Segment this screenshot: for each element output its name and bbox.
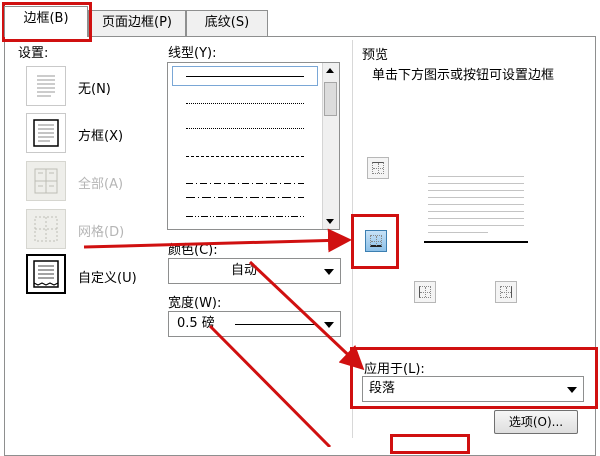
left-border-button[interactable] (414, 281, 436, 303)
setting-none-button[interactable] (26, 66, 66, 106)
color-select[interactable]: 自动 (168, 258, 341, 284)
tab-borders[interactable]: 边框(B) (4, 6, 88, 37)
setting-all-icon (34, 168, 58, 194)
setting-grid-button (26, 209, 66, 249)
right-border-button[interactable] (495, 281, 517, 303)
setting-grid-icon (34, 216, 58, 242)
setting-all-button (26, 161, 66, 201)
line-style-dotted-fine[interactable] (186, 103, 304, 104)
line-style-title: 线型(Y): (168, 46, 217, 61)
color-title: 颜色(C): (168, 243, 218, 258)
preview-hint: 单击下方图示或按钮可设置边框 (372, 68, 555, 83)
line-style-list[interactable] (167, 62, 340, 230)
tab-page-border-label: 页面边框(P) (102, 15, 172, 30)
line-style-dash-dot-dot[interactable] (186, 216, 304, 217)
scroll-thumb[interactable] (324, 82, 337, 116)
preview-line (428, 190, 524, 191)
setting-all-label: 全部(A) (78, 177, 124, 192)
top-border-button[interactable] (367, 157, 389, 179)
scroll-down-icon[interactable] (326, 219, 334, 224)
width-line-sample (235, 324, 315, 325)
preview-line (428, 218, 524, 219)
left-border-icon (419, 286, 431, 298)
preview-bottom-border (424, 241, 528, 243)
setting-box-button[interactable] (26, 113, 66, 153)
highlight-bottom-border-button (351, 214, 399, 269)
setting-custom-icon (33, 260, 59, 288)
tab-borders-label: 边框(B) (23, 11, 69, 26)
width-title: 宽度(W): (168, 296, 222, 311)
setting-none-label[interactable]: 无(N) (78, 78, 111, 97)
tab-page-border[interactable]: 页面边框(P) (88, 10, 186, 36)
highlight-ok-area (390, 434, 470, 454)
line-style-solid[interactable] (186, 76, 304, 77)
setting-grid-label: 网格(D) (78, 225, 125, 240)
tab-shading-label: 底纹(S) (204, 15, 250, 30)
line-style-long-dash-dot[interactable] (186, 197, 304, 198)
preview-line (428, 211, 524, 212)
width-select-value: 0.5 磅 (177, 316, 215, 331)
preview-title: 预览 (362, 48, 389, 63)
preview-line (428, 232, 488, 233)
options-button-label: 选项(O)... (508, 415, 564, 429)
color-select-value: 自动 (231, 263, 258, 278)
chevron-down-icon (324, 322, 334, 328)
highlight-apply-to (350, 347, 598, 409)
preview-line (428, 176, 524, 177)
line-style-dashed[interactable] (186, 156, 304, 157)
preview-line (428, 225, 524, 226)
preview-line (428, 197, 524, 198)
setting-none-icon (37, 75, 55, 97)
preview-line (428, 204, 524, 205)
tab-shading[interactable]: 底纹(S) (186, 10, 268, 36)
preview-line (428, 183, 524, 184)
line-style-dash-dot[interactable] (186, 183, 304, 184)
top-border-icon (372, 162, 384, 174)
setting-box-icon (33, 119, 59, 147)
setting-custom-button[interactable] (26, 254, 66, 294)
chevron-down-icon (324, 269, 334, 275)
setting-custom-label[interactable]: 自定义(U) (78, 267, 137, 286)
setting-box-label[interactable]: 方框(X) (78, 125, 123, 144)
right-border-icon (500, 286, 512, 298)
line-style-dotted[interactable] (186, 128, 304, 129)
options-button[interactable]: 选项(O)... (494, 410, 578, 434)
scroll-up-icon[interactable] (326, 68, 334, 73)
width-select[interactable]: 0.5 磅 (168, 311, 341, 337)
settings-title: 设置: (18, 46, 49, 61)
